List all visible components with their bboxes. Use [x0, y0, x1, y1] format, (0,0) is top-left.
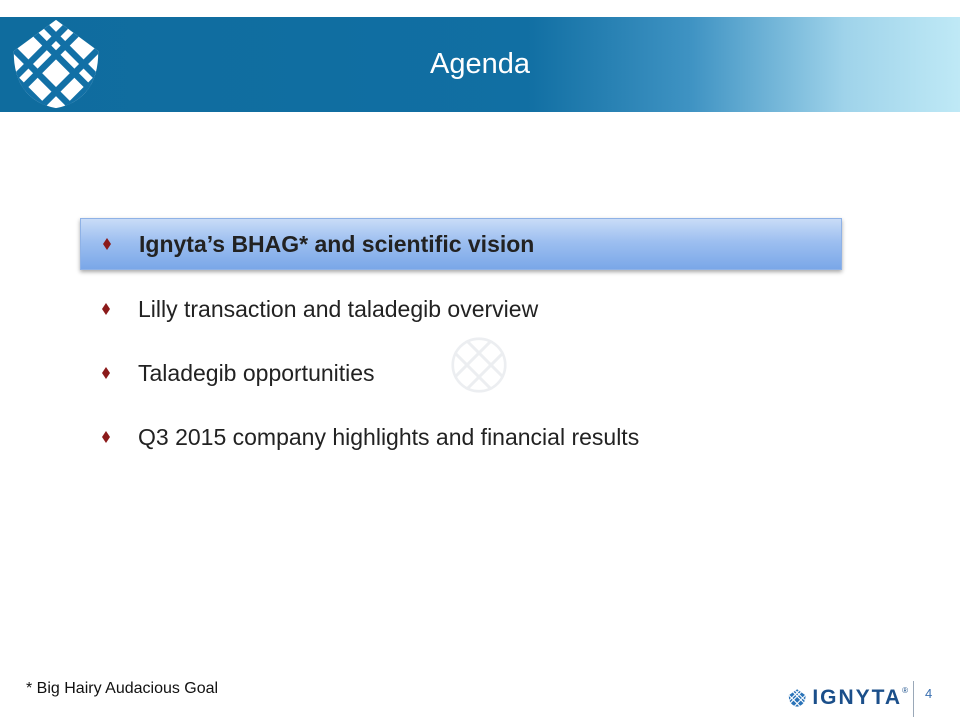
- diamond-bullet-icon: [100, 303, 112, 315]
- page-number: 4: [925, 686, 933, 701]
- agenda-item-label: Ignyta’s BHAG* and scientific vision: [139, 230, 535, 257]
- ignyta-logo-small-icon: [788, 689, 806, 707]
- diamond-bullet-icon: [100, 431, 112, 443]
- agenda-list: Ignyta’s BHAG* and scientific vision Lil…: [80, 218, 842, 476]
- brand-wordmark: IGNYTA: [812, 686, 903, 709]
- diamond-bullet-icon: [101, 238, 113, 250]
- agenda-item-label: Taladegib opportunities: [138, 359, 375, 386]
- footnote: * Big Hairy Audacious Goal: [26, 680, 219, 697]
- registered-mark: ®: [902, 686, 908, 695]
- diamond-bullet-icon: [100, 367, 112, 379]
- agenda-item-label: Q3 2015 company highlights and financial…: [138, 423, 640, 450]
- agenda-item-taladegib: Taladegib opportunities: [80, 348, 842, 398]
- footer-brand: IGNYTA ®: [788, 676, 908, 720]
- agenda-item-q3: Q3 2015 company highlights and financial…: [80, 412, 842, 462]
- agenda-item-lilly: Lilly transaction and taladegib overview: [80, 284, 842, 334]
- agenda-item-bhag: Ignyta’s BHAG* and scientific vision: [80, 218, 842, 270]
- agenda-item-label: Lilly transaction and taladegib overview: [138, 295, 539, 322]
- slide-title: Agenda: [430, 48, 530, 80]
- footer-divider: [913, 681, 914, 717]
